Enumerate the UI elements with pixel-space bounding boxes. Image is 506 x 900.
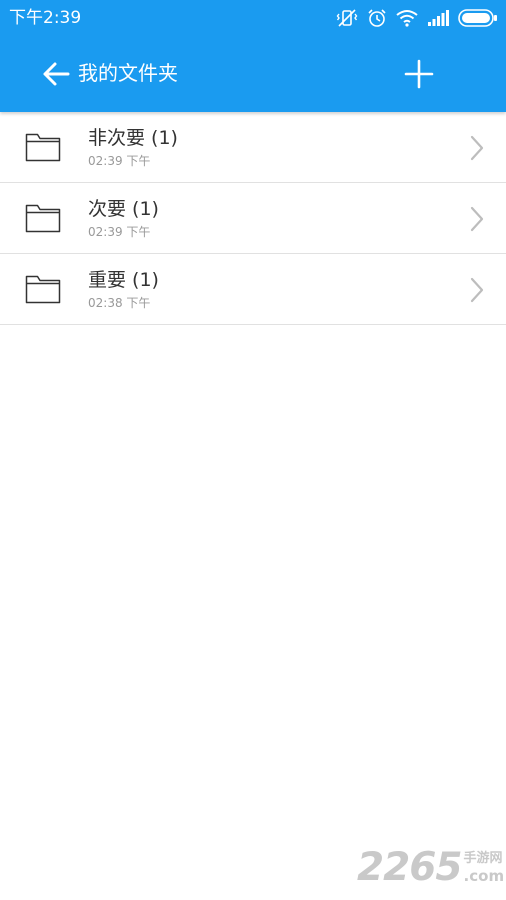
status-icons: [327, 6, 498, 30]
wifi-icon: [396, 9, 418, 27]
folder-list: 非次要 (1) 02:39 下午 次要 (1) 02:39 下午 重要 (1): [0, 112, 506, 325]
folder-time: 02:38 下午: [88, 296, 151, 310]
watermark-side: 手游网 .com: [464, 851, 505, 885]
folder-icon: [25, 274, 61, 304]
chevron-right-icon: [469, 135, 485, 161]
battery-icon: [458, 9, 498, 27]
chevron-right-icon: [469, 206, 485, 232]
vibrate-off-icon: [336, 8, 358, 28]
folder-name: 非次要 (1): [88, 127, 178, 149]
folder-time: 02:39 下午: [88, 225, 151, 239]
arrow-left-icon[interactable]: [42, 61, 70, 87]
app-bar: 我的文件夹: [0, 36, 506, 112]
folder-name: 重要 (1): [88, 269, 159, 291]
folder-name: 次要 (1): [88, 198, 159, 220]
plus-icon[interactable]: [404, 59, 434, 89]
watermark-bottom-text: .com: [463, 867, 505, 885]
folder-item[interactable]: 重要 (1) 02:38 下午: [0, 254, 506, 325]
signal-icon: [427, 10, 449, 26]
top-bar: 下午2:39 我的文件夹: [0, 0, 506, 112]
page-title: 我的文件夹: [78, 61, 178, 85]
watermark-digits: 2265: [357, 845, 463, 890]
watermark-logo: 2265 手游网 .com: [357, 846, 504, 890]
folder-icon: [25, 132, 61, 162]
folder-time: 02:39 下午: [88, 154, 151, 168]
chevron-right-icon: [469, 277, 485, 303]
status-bar: 下午2:39: [0, 0, 506, 36]
watermark-top-text: 手游网: [463, 851, 503, 866]
alarm-icon: [367, 8, 387, 28]
folder-item[interactable]: 非次要 (1) 02:39 下午: [0, 112, 506, 183]
status-time: 下午2:39: [9, 8, 82, 28]
folder-item[interactable]: 次要 (1) 02:39 下午: [0, 183, 506, 254]
folder-icon: [25, 203, 61, 233]
